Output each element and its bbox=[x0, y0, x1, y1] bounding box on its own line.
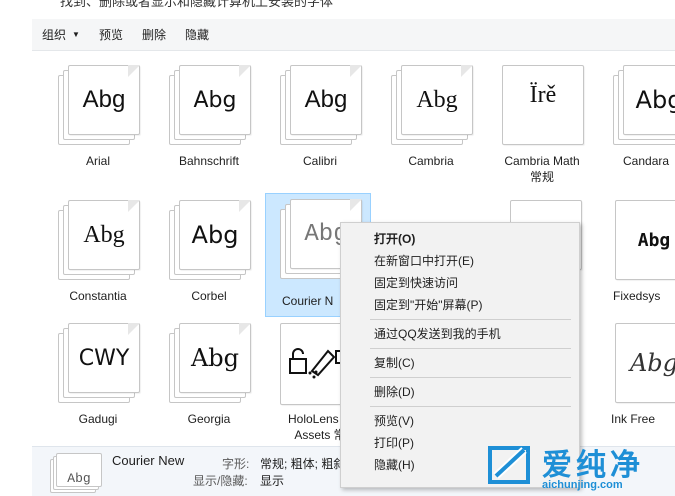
watermark-brand: 爱纯净 bbox=[542, 449, 644, 482]
watermark-logo-icon bbox=[488, 446, 530, 484]
font-item-candara[interactable]: Abg Candara bbox=[601, 61, 675, 183]
hide-label: 隐藏 bbox=[184, 28, 209, 42]
font-sample: Abg bbox=[193, 87, 237, 113]
preview-button[interactable]: 预览 bbox=[99, 26, 123, 43]
font-sample: Abg bbox=[191, 221, 239, 249]
font-thumbnail: Abg bbox=[169, 65, 251, 147]
font-item-arial[interactable]: Abg Arial bbox=[46, 61, 150, 183]
menu-item-open-new-window[interactable]: 在新窗口中打开(E) bbox=[341, 250, 579, 272]
menu-separator bbox=[370, 377, 571, 378]
font-name: Ink Free bbox=[611, 412, 656, 426]
font-thumbnail: Abg bbox=[613, 323, 675, 405]
font-item-corbel[interactable]: Abg Corbel bbox=[157, 196, 261, 318]
font-name: Calibri bbox=[302, 154, 337, 168]
delete-label: 删除 bbox=[141, 28, 166, 42]
watermark: 爱纯净 aichunjing.com bbox=[480, 440, 675, 496]
font-name: Cambria bbox=[408, 154, 454, 168]
font-sample: CWY bbox=[78, 345, 130, 371]
font-thumbnail: Abg bbox=[391, 65, 473, 147]
details-sample: Abg bbox=[67, 470, 91, 486]
font-sample: Abg bbox=[82, 86, 126, 113]
menu-item-preview[interactable]: 预览(V) bbox=[341, 410, 579, 432]
menu-item-open[interactable]: 打开(O) bbox=[341, 228, 579, 250]
font-thumbnail: Abg bbox=[58, 200, 140, 282]
font-item-georgia[interactable]: Abg Georgia bbox=[157, 319, 261, 441]
font-name: Candara bbox=[623, 154, 670, 168]
font-thumbnail: Abg bbox=[169, 323, 251, 405]
menu-item-copy[interactable]: 复制(C) bbox=[341, 352, 579, 374]
hide-button[interactable]: 隐藏 bbox=[185, 26, 209, 43]
font-item-ink-free[interactable]: Abg Ink Free bbox=[601, 319, 675, 441]
details-show-key: 显示/隐藏: bbox=[193, 474, 248, 488]
watermark-url: aichunjing.com bbox=[542, 479, 623, 491]
font-item-cambria[interactable]: Abg Cambria bbox=[379, 61, 483, 183]
font-sample: Abg bbox=[190, 344, 240, 372]
details-font-name: Courier New bbox=[112, 453, 185, 468]
font-sample: Ïrě bbox=[529, 81, 557, 108]
font-item-cambria-math[interactable]: Ïrě Cambria Math 常规 bbox=[490, 61, 594, 184]
top-caption: 找到、删除或者显示和隐藏计算机上安装的字体 bbox=[60, 0, 334, 9]
font-name: Corbel bbox=[191, 289, 227, 303]
font-name: Cambria Math bbox=[504, 154, 580, 168]
menu-separator bbox=[370, 319, 571, 320]
font-sample: Abg bbox=[635, 86, 675, 114]
menu-item-pin-quick-access[interactable]: 固定到快速访问 bbox=[341, 272, 579, 294]
font-sample: Abg bbox=[83, 221, 125, 248]
font-item-gadugi[interactable]: CWY Gadugi bbox=[46, 319, 150, 441]
font-thumbnail: Abg bbox=[613, 200, 675, 282]
delete-button[interactable]: 删除 bbox=[142, 26, 166, 43]
font-name: Constantia bbox=[69, 289, 127, 303]
menu-separator bbox=[370, 406, 571, 407]
font-thumbnail: Ïrě bbox=[502, 65, 584, 147]
organize-label: 组织 bbox=[42, 28, 67, 42]
top-caption-strip: 找到、删除或者显示和隐藏计算机上安装的字体 bbox=[0, 0, 675, 10]
font-name: Gadugi bbox=[78, 412, 118, 426]
font-thumbnail: Abg bbox=[613, 65, 675, 147]
font-name: Fixedsys bbox=[613, 289, 661, 303]
font-item-calibri[interactable]: Abg Calibri bbox=[268, 61, 372, 183]
details-style-key: 字形: bbox=[222, 457, 250, 471]
details-thumbnail: Abg bbox=[50, 453, 102, 495]
font-style-label: 常规 bbox=[529, 170, 554, 184]
font-name: Georgia bbox=[187, 412, 231, 426]
font-name: Arial bbox=[85, 154, 110, 168]
font-thumbnail: Abg bbox=[58, 65, 140, 147]
font-item-constantia[interactable]: Abg Constantia bbox=[46, 196, 150, 318]
font-item-fixedsys[interactable]: Abg Fixedsys bbox=[601, 196, 675, 318]
chevron-down-icon: ▼ bbox=[72, 30, 80, 39]
font-thumbnail: CWY bbox=[58, 323, 140, 405]
menu-item-send-qq[interactable]: 通过QQ发送到我的手机 bbox=[341, 323, 579, 345]
preview-label: 预览 bbox=[98, 28, 123, 42]
font-thumbnail: Abg bbox=[169, 200, 251, 282]
font-name: Bahnschrift bbox=[178, 154, 240, 168]
font-thumbnail: Abg bbox=[280, 65, 362, 147]
font-sample: Abg bbox=[629, 349, 675, 377]
organize-button[interactable]: 组织 ▼ bbox=[42, 26, 80, 43]
menu-separator bbox=[370, 348, 571, 349]
font-sample: Abg bbox=[637, 229, 671, 251]
details-style-value: 常规; 粗体; 粗斜 bbox=[260, 457, 346, 471]
font-sample: Abg bbox=[304, 86, 348, 113]
toolbar: 组织 ▼ 预览 删除 隐藏 bbox=[32, 19, 675, 51]
menu-item-delete[interactable]: 删除(D) bbox=[341, 381, 579, 403]
menu-item-pin-start[interactable]: 固定到"开始"屏幕(P) bbox=[341, 294, 579, 316]
details-show-value: 显示 bbox=[260, 474, 285, 488]
font-item-bahnschrift[interactable]: Abg Bahnschrift bbox=[157, 61, 261, 183]
font-sample: Abg bbox=[416, 86, 458, 113]
